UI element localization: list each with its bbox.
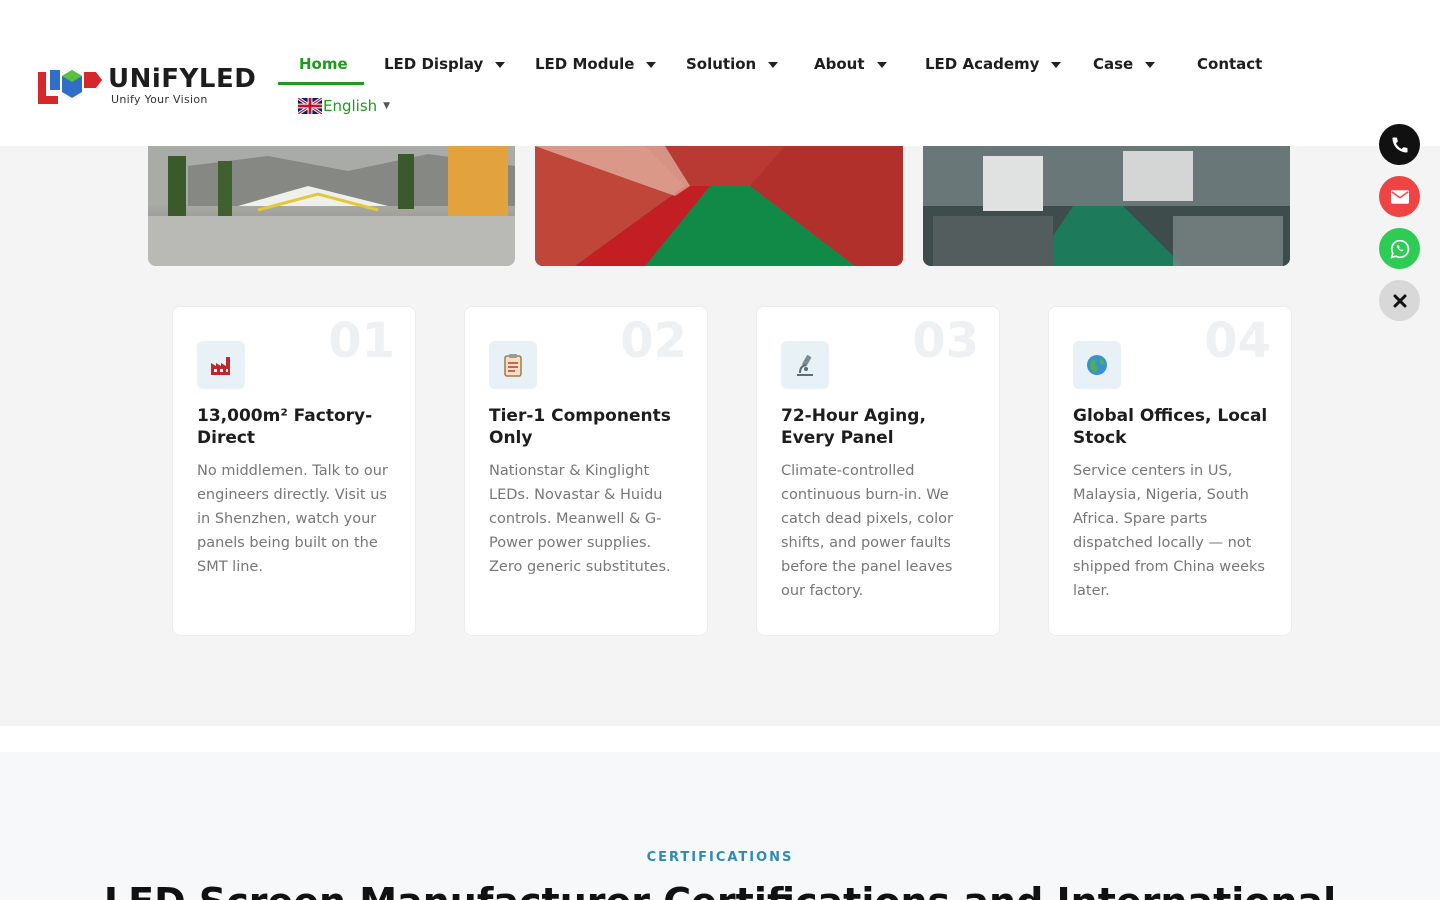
card-title: Tier-1 Components Only bbox=[489, 406, 671, 448]
card-title: Global Offices, Local Stock bbox=[1073, 406, 1268, 448]
feature-card: 03 72-Hour Aging, Every Panel Climate-co… bbox=[756, 306, 1000, 636]
card-description: No middlemen. Talk to our engineers dire… bbox=[197, 463, 388, 575]
section-divider bbox=[0, 726, 1440, 752]
nav-item-about[interactable]: About bbox=[814, 44, 925, 84]
logo[interactable]: UNiFYLED Unify Your Vision bbox=[36, 64, 266, 108]
card-description: Climate-controlled continuous burn-in. W… bbox=[781, 463, 953, 599]
caret-down-icon bbox=[1051, 62, 1062, 68]
active-nav-indicator bbox=[278, 82, 364, 85]
uk-flag-icon bbox=[298, 98, 322, 114]
section-heading: LED Screen Manufacturer Certifications a… bbox=[0, 880, 1440, 900]
main-nav: Home LED Display LED Module Solution Abo… bbox=[278, 44, 1287, 84]
nav-item-contact[interactable]: Contact bbox=[1197, 44, 1287, 84]
production-line-illustration bbox=[535, 146, 903, 266]
nav-item-solution[interactable]: Solution bbox=[686, 44, 814, 84]
showroom-illustration bbox=[148, 146, 515, 266]
feature-card: 04 Global Offices, Local Stock Service c… bbox=[1048, 306, 1292, 636]
caret-down-icon bbox=[1145, 62, 1156, 68]
card-number: 03 bbox=[912, 313, 979, 369]
nav-label: Contact bbox=[1197, 55, 1263, 73]
caret-down-icon bbox=[768, 62, 779, 68]
nav-item-led-academy[interactable]: LED Academy bbox=[925, 44, 1093, 84]
nav-label: Home bbox=[299, 55, 348, 73]
globe-icon bbox=[1073, 341, 1121, 389]
language-label: English bbox=[323, 97, 378, 115]
smt-workshop-photo bbox=[923, 146, 1290, 266]
close-contact-button[interactable] bbox=[1379, 280, 1420, 321]
nav-item-case[interactable]: Case bbox=[1093, 44, 1197, 84]
caret-down-icon bbox=[876, 62, 887, 68]
card-title: 13,000m² Factory-Direct bbox=[197, 406, 373, 448]
nav-item-led-display[interactable]: LED Display bbox=[384, 44, 535, 84]
whatsapp-icon bbox=[1389, 239, 1409, 258]
card-title: 72-Hour Aging, Every Panel bbox=[781, 406, 926, 448]
phone-button[interactable] bbox=[1379, 124, 1420, 165]
whatsapp-button[interactable] bbox=[1379, 228, 1420, 269]
card-number: 01 bbox=[328, 313, 395, 369]
card-number: 02 bbox=[620, 313, 687, 369]
nav-label: LED Module bbox=[535, 55, 635, 73]
factory-icon bbox=[197, 341, 245, 389]
certifications-section: CERTIFICATIONS LED Screen Manufacturer C… bbox=[0, 752, 1440, 900]
caret-down-icon bbox=[495, 62, 506, 68]
language-switcher[interactable]: English ▼ bbox=[298, 97, 390, 115]
mail-icon bbox=[1390, 189, 1409, 204]
feature-card: 02 Tier-1 Components Only Nationstar & K… bbox=[464, 306, 708, 636]
close-icon bbox=[1393, 294, 1406, 307]
smt-workshop-illustration bbox=[923, 146, 1290, 266]
card-description: Service centers in US, Malaysia, Nigeria… bbox=[1073, 463, 1265, 599]
logo-tagline: Unify Your Vision bbox=[111, 93, 208, 106]
nav-item-home[interactable]: Home bbox=[278, 44, 384, 84]
card-number: 04 bbox=[1204, 313, 1271, 369]
nav-label: Case bbox=[1093, 55, 1134, 73]
caret-down-icon: ▼ bbox=[383, 101, 391, 111]
showroom-photo bbox=[148, 146, 515, 266]
section-eyebrow: CERTIFICATIONS bbox=[646, 850, 794, 865]
production-line-photo bbox=[535, 146, 903, 266]
logo-icon bbox=[38, 70, 102, 104]
logo-text: UNiFYLED bbox=[108, 64, 257, 94]
card-description: Nationstar & Kinglight LEDs. Novastar & … bbox=[489, 463, 671, 575]
email-button[interactable] bbox=[1379, 176, 1420, 217]
feature-card: 01 13,000m² Factory-Direct No middlemen.… bbox=[172, 306, 416, 636]
microscope-icon bbox=[781, 341, 829, 389]
phone-icon bbox=[1391, 136, 1408, 153]
site-header: UNiFYLED Unify Your Vision Home LED Disp… bbox=[0, 0, 1440, 146]
nav-label: LED Academy bbox=[925, 55, 1040, 73]
nav-label: About bbox=[814, 55, 865, 73]
caret-down-icon bbox=[646, 62, 657, 68]
clipboard-icon bbox=[489, 341, 537, 389]
nav-label: LED Display bbox=[384, 55, 484, 73]
nav-item-led-module[interactable]: LED Module bbox=[535, 44, 686, 84]
nav-label: Solution bbox=[686, 55, 757, 73]
